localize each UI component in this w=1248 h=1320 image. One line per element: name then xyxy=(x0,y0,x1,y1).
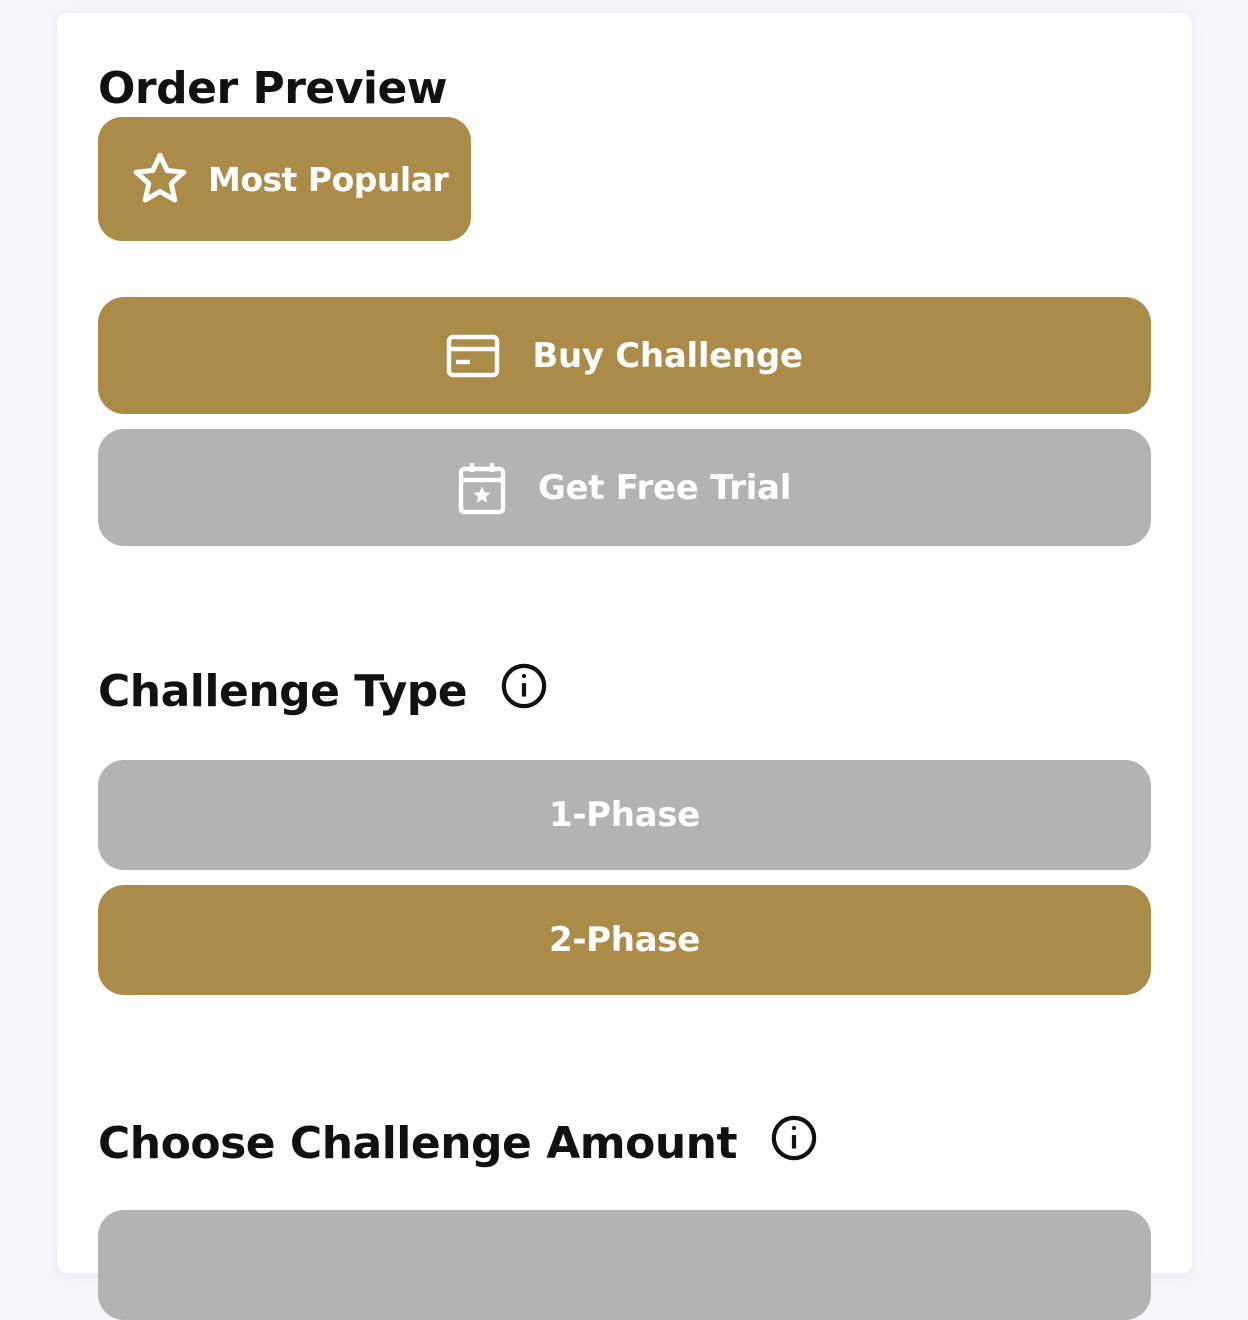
phase-2-label: 2-Phase xyxy=(548,920,701,960)
credit-card-icon xyxy=(446,334,500,378)
challenge-amount-title: Choose Challenge Amount xyxy=(98,1115,817,1172)
info-icon[interactable] xyxy=(771,1115,817,1172)
free-trial-button[interactable]: Get Free Trial xyxy=(98,429,1151,546)
most-popular-badge[interactable]: Most Popular xyxy=(98,117,471,241)
order-card: Order Preview Most Popular Buy Challenge xyxy=(57,13,1192,1320)
buy-challenge-button[interactable]: Buy Challenge xyxy=(98,297,1151,414)
phase-2-option[interactable]: 2-Phase xyxy=(98,885,1151,995)
star-icon xyxy=(130,149,190,209)
info-icon[interactable] xyxy=(501,663,547,720)
calendar-star-icon xyxy=(458,461,506,515)
challenge-amount-label: Choose Challenge Amount xyxy=(98,1118,738,1169)
most-popular-label: Most Popular xyxy=(208,159,449,199)
order-preview-title: Order Preview xyxy=(98,63,448,114)
challenge-type-title: Challenge Type xyxy=(98,663,547,720)
free-trial-label: Get Free Trial xyxy=(537,467,792,508)
phase-1-option[interactable]: 1-Phase xyxy=(98,760,1151,870)
buy-challenge-label: Buy Challenge xyxy=(532,335,803,376)
challenge-type-label: Challenge Type xyxy=(98,666,468,717)
phase-1-label: 1-Phase xyxy=(548,795,701,835)
amount-option[interactable] xyxy=(98,1210,1151,1320)
